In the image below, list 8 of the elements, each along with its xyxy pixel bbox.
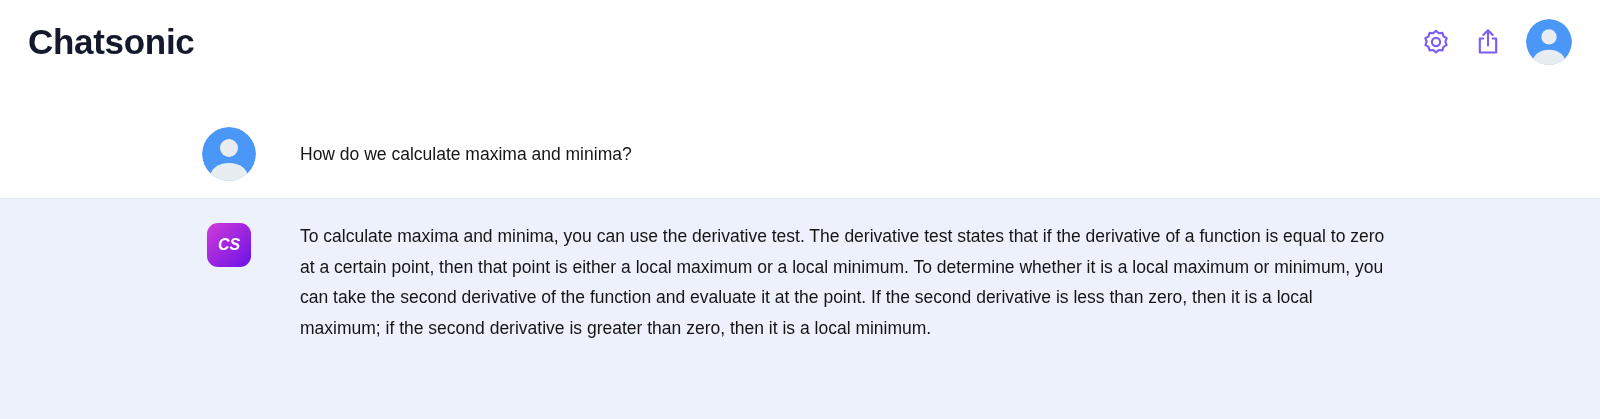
user-message: How do we calculate maxima and minima? (300, 142, 633, 166)
settings-icon (1422, 28, 1450, 56)
bot-message: To calculate maxima and minima, you can use the derivative test. The derivative test states that if the derivative of a function is equal to zero at a certain point, then that point is either a local maximum or a local minimum. To determine whether it is a local maximum or minimum, you can take the second derivative of the function and evaluate it at the point. If the second derivative is less than zero, then it is a local maximum; if the second derivative is greater than zero, then it is a local minimum. (300, 225, 1386, 340)
avatar-icon[interactable] (202, 127, 256, 181)
settings-button[interactable] (1422, 28, 1450, 56)
bot-logo: CS (207, 223, 251, 267)
avatar-icon[interactable] (1526, 19, 1572, 65)
app-title: Chatsonic (28, 22, 196, 62)
